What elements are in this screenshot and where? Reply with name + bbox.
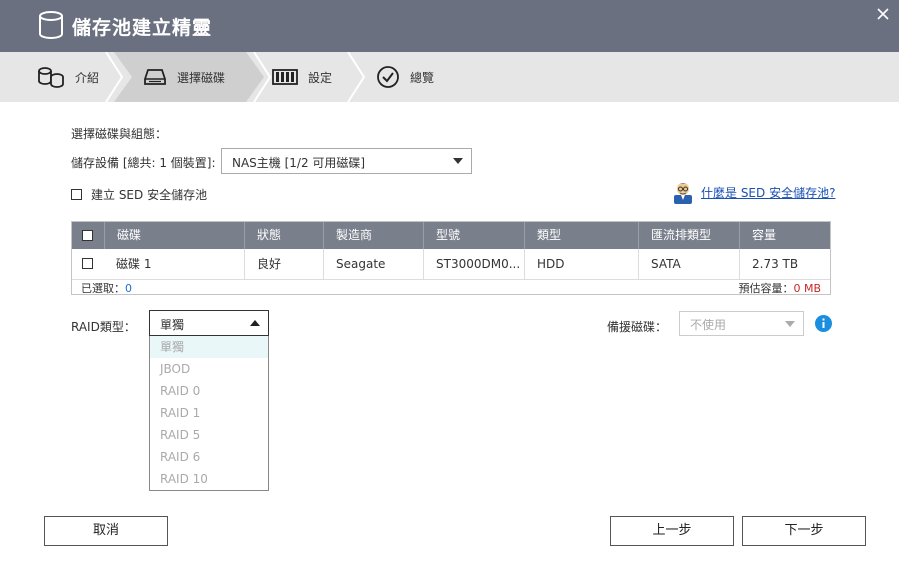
raid-option[interactable]: RAID 6 — [150, 446, 268, 468]
step-summary: 總覽 — [376, 52, 434, 102]
step-separator — [347, 52, 366, 102]
table-footer: 已選取：0 預估容量：0 MB — [72, 279, 830, 296]
select-all-checkbox[interactable] — [82, 230, 93, 241]
cancel-button[interactable]: 取消 — [44, 516, 168, 546]
close-icon[interactable] — [876, 7, 890, 21]
window-title: 儲存池建立精靈 — [72, 17, 213, 39]
helper-person-icon — [674, 183, 692, 204]
raid-option[interactable]: RAID 1 — [150, 402, 268, 424]
selected-count: 已選取：0 — [81, 280, 132, 296]
capacity-label: 預估容量： — [738, 282, 794, 295]
chevron-down-icon — [453, 158, 463, 164]
cell-bus: SATA — [638, 249, 739, 279]
cell-type: HDD — [524, 249, 638, 279]
next-button[interactable]: 下一步 — [742, 516, 866, 546]
step-label: 介紹 — [75, 70, 100, 85]
raid-option[interactable]: RAID 10 — [150, 468, 268, 490]
step-label: 選擇磁碟 — [177, 70, 226, 85]
cell-vendor: Seagate — [323, 249, 423, 279]
info-icon[interactable] — [815, 315, 832, 332]
wizard-steps: 介紹 選擇磁碟 設定 總覽 — [0, 52, 899, 102]
selected-value: 0 — [125, 282, 132, 295]
sed-checkbox[interactable] — [71, 189, 82, 200]
sed-option[interactable]: 建立 SED 安全儲存池 — [71, 186, 207, 203]
device-select[interactable]: NAS主機 [1/2 可用磁碟] — [221, 148, 472, 174]
chevron-down-icon — [785, 321, 795, 327]
column-header[interactable]: 型號 — [423, 222, 524, 249]
database-icon — [39, 11, 63, 39]
raid-type-dropdown: 單獨 JBOD RAID 0 RAID 1 RAID 5 RAID 6 RAID… — [149, 336, 269, 491]
disk-table: 磁碟 狀態 製造商 型號 類型 匯流排類型 容量 磁碟 1 良好 Seagate… — [71, 221, 831, 295]
disk-icon — [144, 69, 166, 85]
step-select-disk: 選擇磁碟 — [143, 52, 225, 102]
cell-disk: 磁碟 1 — [116, 257, 152, 271]
select-all-cell — [72, 222, 104, 249]
capacity-value: 0 MB — [793, 282, 821, 295]
column-header[interactable]: 容量 — [739, 222, 830, 249]
raid-type-label: RAID類型： — [71, 320, 136, 334]
chevron-up-icon — [250, 320, 260, 326]
intro-icon — [38, 67, 64, 88]
device-select-value: NAS主機 [1/2 可用磁碟] — [232, 156, 366, 170]
sed-help[interactable]: 什麼是 SED 安全儲存池? — [671, 180, 835, 204]
previous-button[interactable]: 上一步 — [610, 516, 734, 546]
sed-label: 建立 SED 安全儲存池 — [91, 188, 208, 202]
table-row[interactable]: 磁碟 1 良好 Seagate ST3000DM0... HDD SATA 2.… — [72, 249, 830, 279]
row-checkbox[interactable] — [82, 258, 93, 269]
step-label: 總覽 — [410, 70, 435, 85]
column-header[interactable]: 類型 — [524, 222, 638, 249]
cell-capacity: 2.73 TB — [739, 249, 830, 279]
settings-icon — [272, 69, 298, 85]
column-header[interactable]: 匯流排類型 — [638, 222, 739, 249]
sed-help-link[interactable]: 什麼是 SED 安全儲存池? — [701, 184, 835, 201]
step-intro: 介紹 — [37, 52, 99, 102]
row-select-cell — [72, 249, 104, 279]
column-header[interactable]: 磁碟 — [104, 222, 244, 249]
selected-label: 已選取： — [81, 282, 125, 295]
table-header: 磁碟 狀態 製造商 型號 類型 匯流排類型 容量 — [72, 222, 830, 249]
column-header[interactable]: 製造商 — [323, 222, 423, 249]
raid-option[interactable]: JBOD — [150, 358, 268, 380]
step-label: 設定 — [308, 70, 333, 85]
estimated-capacity: 預估容量：0 MB — [738, 280, 821, 296]
raid-option[interactable]: RAID 0 — [150, 380, 268, 402]
raid-option[interactable]: RAID 5 — [150, 424, 268, 446]
section-title: 選擇磁碟與組態： — [71, 127, 168, 141]
spare-disk-select[interactable]: 不使用 — [679, 311, 804, 336]
step-settings: 設定 — [272, 52, 332, 102]
cell-model: ST3000DM0... — [423, 249, 524, 279]
raid-selected-value: 單獨 — [160, 318, 185, 332]
raid-option[interactable]: 單獨 — [150, 336, 268, 358]
title-bar: 儲存池建立精靈 — [0, 0, 899, 52]
checkmark-icon — [377, 66, 399, 88]
column-header[interactable]: 狀態 — [244, 222, 323, 249]
raid-type-select[interactable]: 單獨 — [149, 310, 269, 336]
step-separator — [105, 52, 124, 102]
spare-disk-label: 備援磁碟： — [607, 320, 668, 334]
spare-disk-value: 不使用 — [690, 318, 727, 332]
step-separator — [253, 52, 272, 102]
cell-status: 良好 — [244, 249, 323, 279]
device-label: 儲存設備 [總共: 1 個裝置]: — [71, 156, 216, 170]
